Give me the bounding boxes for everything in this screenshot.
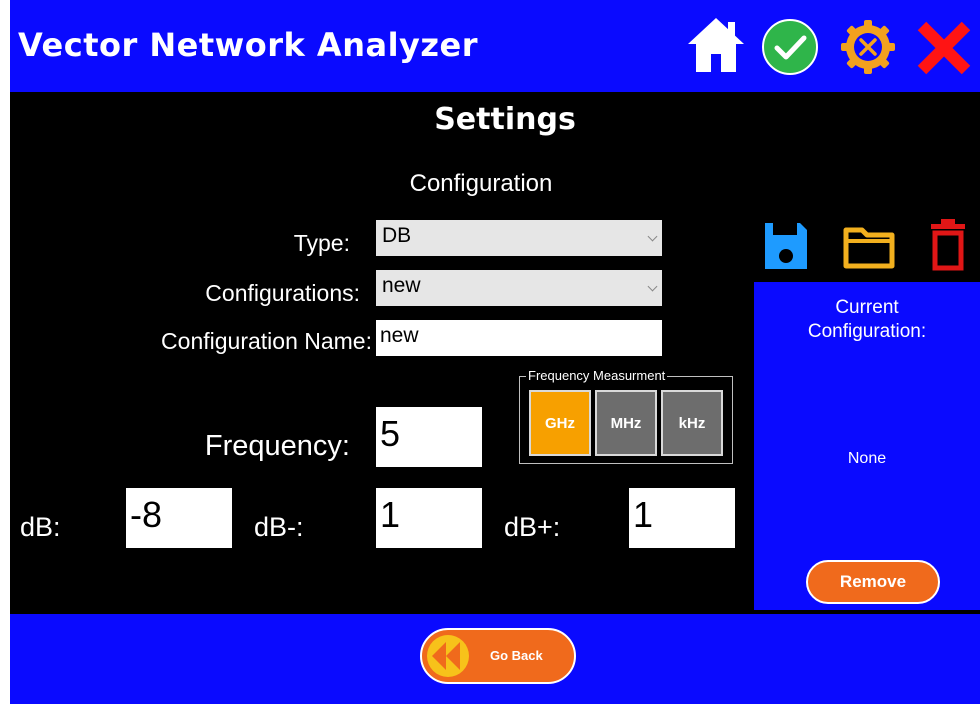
frequency-measurement-legend: Frequency Measurment — [526, 368, 668, 383]
chevron-down-icon — [647, 281, 658, 292]
type-select-value: DB — [382, 224, 412, 247]
db-minus-label: dB-: — [254, 512, 304, 542]
type-select[interactable]: DB — [376, 220, 662, 256]
db-minus-input[interactable]: 1 — [376, 488, 482, 548]
close-icon[interactable] — [910, 14, 974, 78]
configurations-select[interactable]: new — [376, 270, 662, 306]
db-plus-input[interactable]: 1 — [629, 488, 735, 548]
db-label: dB: — [20, 512, 61, 542]
header-bar: Vector Network Analyzer — [10, 0, 980, 92]
go-back-label: Go Back — [490, 648, 543, 663]
remove-button[interactable]: Remove — [806, 560, 940, 604]
settings-heading: Settings — [434, 102, 576, 137]
tools-gear-icon[interactable] — [836, 14, 900, 78]
configuration-name-input[interactable]: new — [376, 320, 662, 356]
type-label: Type: — [293, 230, 350, 256]
ghz-button[interactable]: GHz — [529, 390, 591, 456]
db-plus-label: dB+: — [504, 512, 561, 542]
frequency-label: Frequency: — [204, 430, 350, 462]
check-icon[interactable] — [758, 14, 822, 78]
configurations-select-value: new — [382, 274, 421, 297]
chevron-down-icon — [647, 231, 658, 242]
current-configuration-value: None — [847, 450, 887, 467]
mhz-button[interactable]: MHz — [595, 390, 657, 456]
current-configuration-title: Current Configuration: — [807, 297, 927, 342]
khz-button[interactable]: kHz — [661, 390, 723, 456]
configurations-label: Configurations: — [205, 280, 360, 306]
go-back-button[interactable]: Go Back — [420, 628, 576, 684]
frequency-input[interactable]: 5 — [376, 407, 482, 467]
trash-icon[interactable] — [928, 216, 968, 272]
home-icon[interactable] — [684, 14, 748, 78]
app-title: Vector Network Analyzer — [18, 26, 478, 64]
save-icon[interactable] — [762, 220, 810, 272]
configuration-name-label: Configuration Name: — [161, 328, 372, 354]
frequency-measurement-group: Frequency Measurment GHz MHz kHz — [519, 368, 733, 464]
configuration-heading: Configuration — [409, 170, 553, 197]
db-input[interactable]: -8 — [126, 488, 232, 548]
rewind-icon — [427, 635, 469, 677]
folder-icon[interactable] — [842, 222, 896, 270]
app-window: Vector Network Analyzer Settings Configu… — [10, 0, 980, 704]
